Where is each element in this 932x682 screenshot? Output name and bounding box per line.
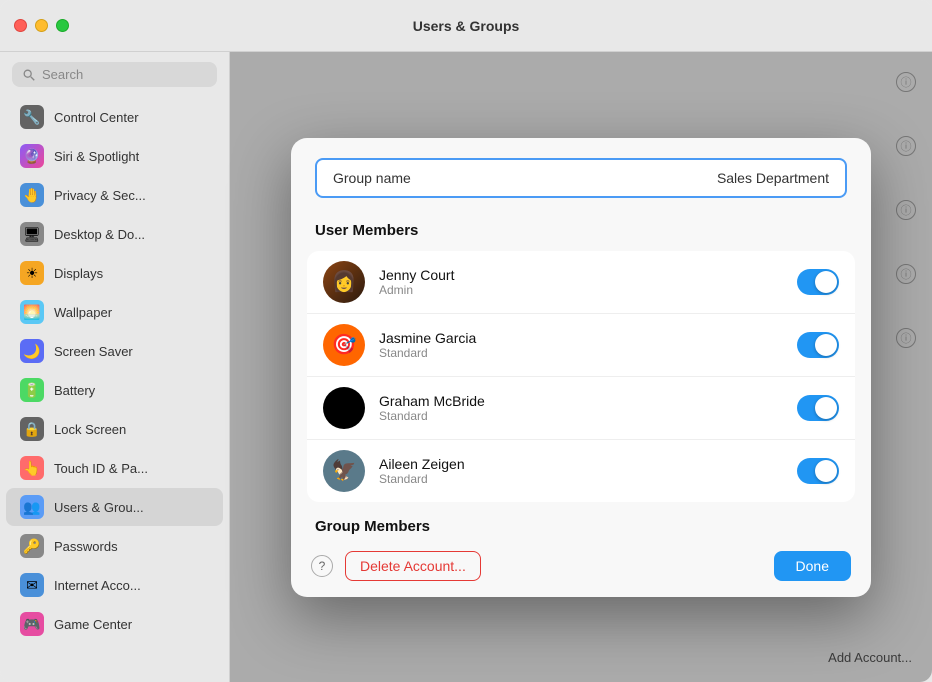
sidebar-label-desktop: Desktop & Do... [54,227,145,242]
sidebar-label-screensaver: Screen Saver [54,344,133,359]
sidebar-item-screensaver[interactable]: 🌙 Screen Saver [6,332,223,370]
sidebar-icon-desktop: 🖥 [20,222,44,246]
group-name-field[interactable]: Group name Sales Department [315,158,847,198]
sidebar-item-control-center[interactable]: 🔧 Control Center [6,98,223,136]
sidebar-icon-displays: ☀ [20,261,44,285]
modal-header: Group name Sales Department [291,138,871,198]
member-row-jasmine: 🎯 Jasmine Garcia Standard [307,314,855,377]
modal-footer: ? Delete Account... Done [291,535,871,597]
sidebar-item-passwords[interactable]: 🔑 Passwords [6,527,223,565]
members-list: 👩 Jenny Court Admin 🎯 Jasmine Garcia [307,251,855,502]
member-name-aileen: Aileen Zeigen [379,456,783,472]
sidebar-label-siri: Siri & Spotlight [54,149,139,164]
sidebar-icon-lock-screen: 🔒 [20,417,44,441]
modal-overlay: Group name Sales Department User Members… [230,52,932,682]
group-name-label: Group name [333,170,717,186]
toggle-jenny[interactable] [797,269,839,295]
toggle-graham[interactable] [797,395,839,421]
sidebar-item-touch-id[interactable]: 👆 Touch ID & Pa... [6,449,223,487]
sidebar-icon-touch-id: 👆 [20,456,44,480]
sidebar-item-privacy[interactable]: 🤚 Privacy & Sec... [6,176,223,214]
sidebar-label-game-center: Game Center [54,617,132,632]
traffic-lights [14,19,69,32]
main-content: ⓘ ⓘ ⓘ ⓘ ⓘ Add Account... Group name Sale… [230,52,932,682]
sidebar-label-lock-screen: Lock Screen [54,422,126,437]
sidebar-label-control-center: Control Center [54,110,139,125]
sidebar-list: 🔧 Control Center 🔮 Siri & Spotlight 🤚 Pr… [0,97,229,682]
member-row-jenny: 👩 Jenny Court Admin [307,251,855,314]
sidebar-icon-passwords: 🔑 [20,534,44,558]
member-row-aileen: 🦅 Aileen Zeigen Standard [307,440,855,502]
user-members-title: User Members [291,222,871,239]
sidebar-label-touch-id: Touch ID & Pa... [54,461,148,476]
member-role-graham: Standard [379,409,783,423]
avatar-graham: ☯ [323,387,365,429]
search-icon [22,68,36,82]
sidebar-icon-privacy: 🤚 [20,183,44,207]
member-name-jasmine: Jasmine Garcia [379,330,783,346]
member-name-graham: Graham McBride [379,393,783,409]
sidebar-label-displays: Displays [54,266,103,281]
maximize-button[interactable] [56,19,69,32]
member-info-jenny: Jenny Court Admin [379,267,783,297]
toggle-jasmine[interactable] [797,332,839,358]
content-area: Search 🔧 Control Center 🔮 Siri & Spotlig… [0,52,932,682]
group-name-value: Sales Department [717,170,829,186]
search-bar[interactable]: Search [12,62,217,87]
main-window: Users & Groups Search 🔧 Control Center 🔮… [0,0,932,682]
member-row-graham: ☯ Graham McBride Standard [307,377,855,440]
member-role-aileen: Standard [379,472,783,486]
sidebar-item-wallpaper[interactable]: 🌅 Wallpaper [6,293,223,331]
sidebar-icon-battery: 🔋 [20,378,44,402]
sidebar-label-battery: Battery [54,383,95,398]
member-role-jasmine: Standard [379,346,783,360]
sidebar-icon-users-groups: 👥 [20,495,44,519]
member-info-graham: Graham McBride Standard [379,393,783,423]
member-role-jenny: Admin [379,283,783,297]
sidebar-label-passwords: Passwords [54,539,118,554]
sidebar-item-internet-accounts[interactable]: ✉ Internet Acco... [6,566,223,604]
member-info-aileen: Aileen Zeigen Standard [379,456,783,486]
avatar-jenny: 👩 [323,261,365,303]
sidebar-item-siri[interactable]: 🔮 Siri & Spotlight [6,137,223,175]
sidebar-icon-siri: 🔮 [20,144,44,168]
sidebar-item-lock-screen[interactable]: 🔒 Lock Screen [6,410,223,448]
sidebar-label-users-groups: Users & Grou... [54,500,144,515]
modal-dialog: Group name Sales Department User Members… [291,138,871,597]
done-button[interactable]: Done [774,551,851,581]
toggle-aileen[interactable] [797,458,839,484]
delete-account-button[interactable]: Delete Account... [345,551,481,581]
avatar-aileen: 🦅 [323,450,365,492]
avatar-jasmine: 🎯 [323,324,365,366]
sidebar-icon-internet-accounts: ✉ [20,573,44,597]
sidebar-label-wallpaper: Wallpaper [54,305,112,320]
member-name-jenny: Jenny Court [379,267,783,283]
group-members-title: Group Members [315,518,847,535]
search-placeholder: Search [42,67,83,82]
group-members-section: Group Members [291,502,871,535]
close-button[interactable] [14,19,27,32]
sidebar-icon-wallpaper: 🌅 [20,300,44,324]
sidebar-item-desktop[interactable]: 🖥 Desktop & Do... [6,215,223,253]
help-button[interactable]: ? [311,555,333,577]
sidebar-item-battery[interactable]: 🔋 Battery [6,371,223,409]
titlebar: Users & Groups [0,0,932,52]
sidebar-item-game-center[interactable]: 🎮 Game Center [6,605,223,643]
sidebar-icon-game-center: 🎮 [20,612,44,636]
sidebar-label-internet-accounts: Internet Acco... [54,578,141,593]
member-info-jasmine: Jasmine Garcia Standard [379,330,783,360]
sidebar-icon-screensaver: 🌙 [20,339,44,363]
sidebar-icon-control-center: 🔧 [20,105,44,129]
window-title: Users & Groups [413,18,520,34]
minimize-button[interactable] [35,19,48,32]
sidebar-label-privacy: Privacy & Sec... [54,188,146,203]
sidebar-item-displays[interactable]: ☀ Displays [6,254,223,292]
sidebar-item-users-groups[interactable]: 👥 Users & Grou... [6,488,223,526]
sidebar: Search 🔧 Control Center 🔮 Siri & Spotlig… [0,52,230,682]
